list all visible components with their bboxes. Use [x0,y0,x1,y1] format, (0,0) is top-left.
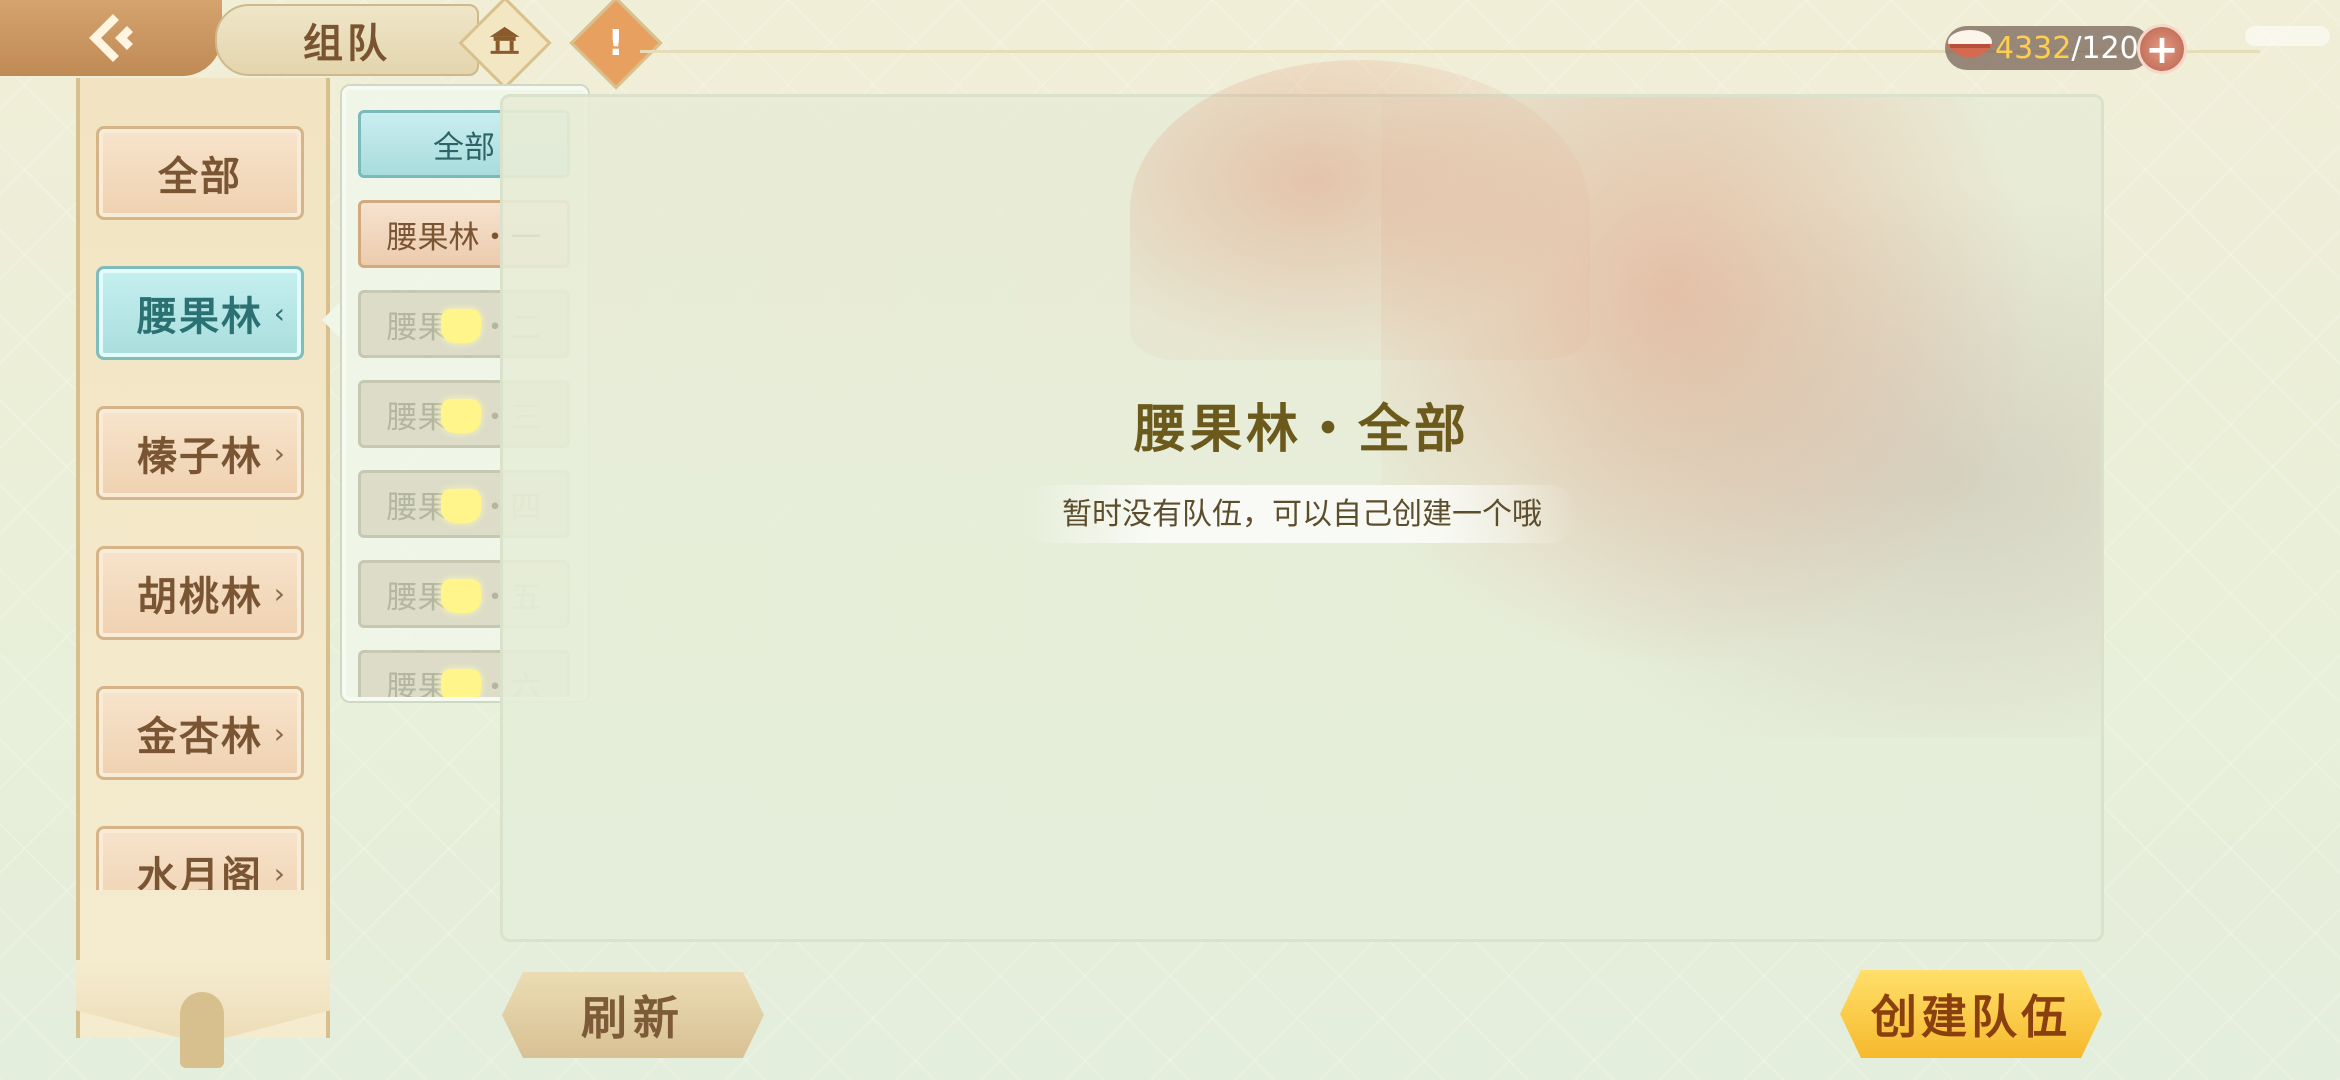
chevron-right-icon: › [273,716,287,750]
category-hutaolin[interactable]: 胡桃林 › [96,546,304,640]
category-label: 金杏林 [137,714,263,760]
page-title: 组队 [215,4,479,76]
category-label: 榛子林 [137,434,263,480]
panel-title: 腰果林・全部 [1133,400,1470,460]
notice-button[interactable]: ! [569,0,663,90]
category-all[interactable]: 全部 [96,126,304,220]
chevron-right-icon: › [273,856,287,890]
stamina-max: /120 [2071,30,2139,66]
back-button[interactable] [0,0,222,76]
top-right-decoration [2245,26,2330,46]
category-yaoguolin[interactable]: 腰果林 ‹ [96,266,304,360]
stamina-current: 4332 [1995,30,2072,66]
lock-icon [441,399,481,433]
empty-message: 暂时没有队伍，可以自己创建一个哦 [1062,497,1542,532]
create-team-button[interactable]: 创建队伍 [1840,970,2102,1058]
top-bar: 组队 ! 4332/120 + [0,0,2340,90]
refresh-label: 刷新 [581,991,685,1045]
category-jinxinglin[interactable]: 金杏林 › [96,686,304,780]
back-arrow-icon [89,14,133,62]
lock-icon [441,489,481,523]
category-label: 胡桃林 [137,574,263,620]
category-shuiyuege[interactable]: 水月阁 › [96,826,304,890]
refresh-button[interactable]: 刷新 [502,972,764,1058]
submenu-pointer [322,298,344,342]
lock-icon [441,669,481,697]
add-stamina-button[interactable]: + [2137,24,2187,74]
pavilion-icon [488,23,522,64]
category-zhenzilin[interactable]: 榛子林 › [96,406,304,500]
chevron-right-icon: › [273,436,287,470]
rice-bowl-icon [1946,30,1994,58]
umbrella-illustration [1130,60,1590,360]
lock-icon [441,309,481,343]
category-label: 腰果林 [137,294,263,340]
subarea-label: 全部 [433,129,495,166]
category-label: 水月阁 [137,854,263,890]
chevron-right-icon: › [273,576,287,610]
lock-icon [441,579,481,613]
exclamation-icon: ! [607,22,625,64]
rail-tassel-ornament [180,992,224,1068]
create-team-label: 创建队伍 [1871,990,2071,1044]
category-list[interactable]: 全部 腰果林 ‹ 榛子林 › 胡桃林 › 金杏林 › 水月阁 › [90,110,320,890]
chevron-left-icon: ‹ [273,296,287,330]
category-label: 全部 [158,154,242,200]
